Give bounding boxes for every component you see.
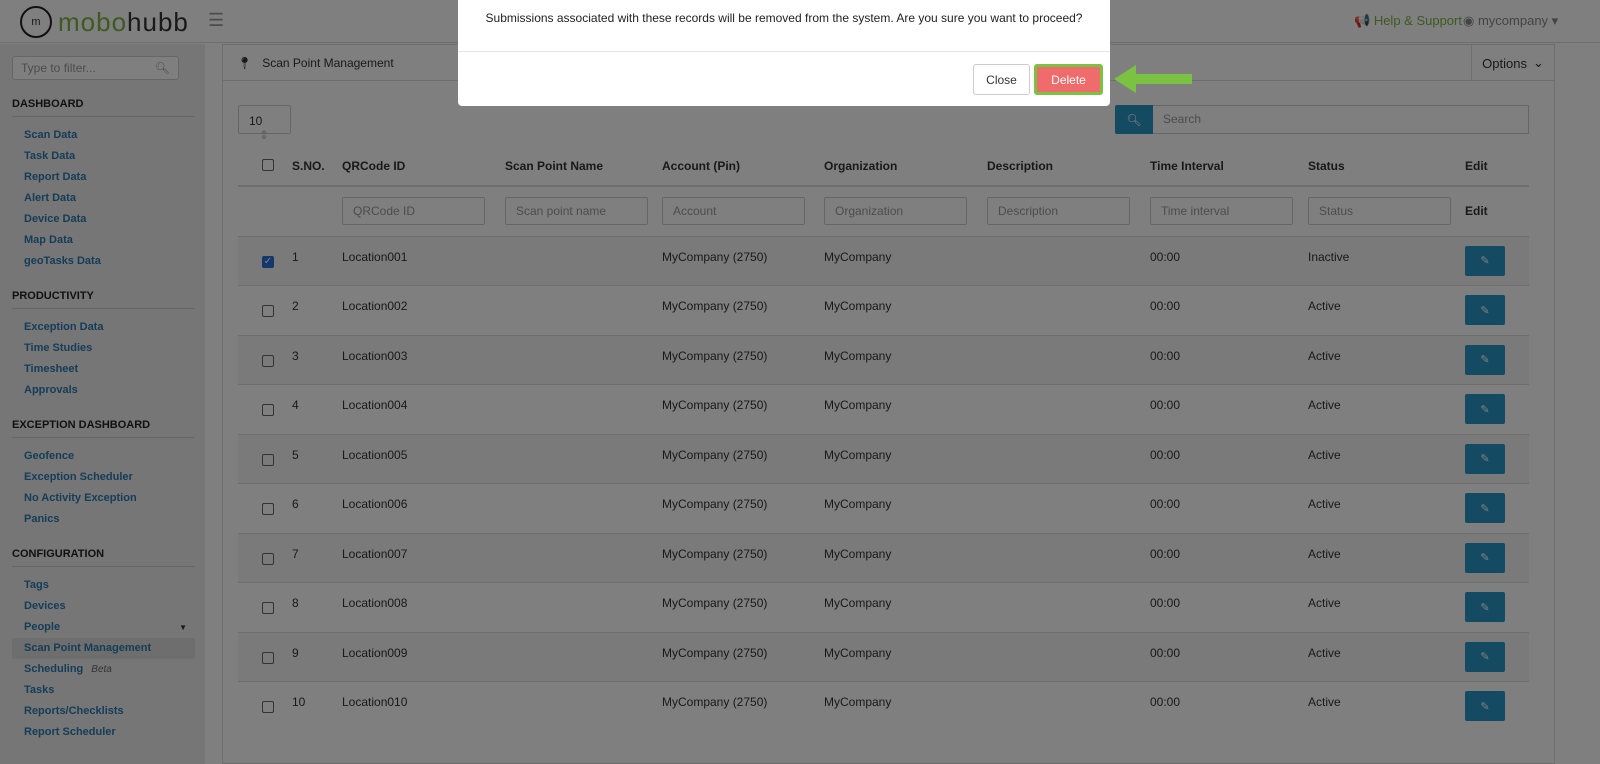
arrow-left-icon [1114,65,1192,93]
modal-message: Submissions associated with these record… [458,0,1110,52]
delete-button[interactable]: Delete [1034,64,1103,95]
modal-backdrop[interactable] [0,0,1600,764]
close-button[interactable]: Close [973,64,1030,95]
confirm-delete-modal: Submissions associated with these record… [458,0,1110,106]
